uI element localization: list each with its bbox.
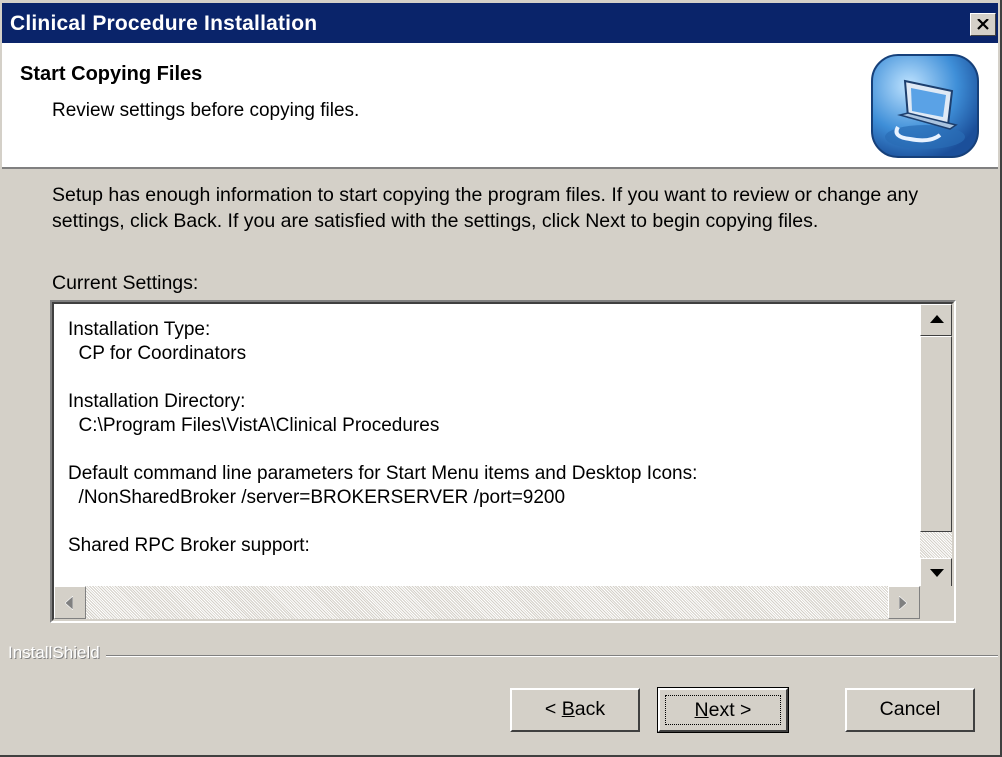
settings-line: Default command line parameters for Star… (68, 463, 698, 484)
wizard-header: Start Copying Files Review settings befo… (2, 43, 998, 169)
installshield-label: InstallShield (8, 643, 106, 663)
arrow-down-icon (930, 569, 944, 577)
settings-text[interactable]: Installation Type: CP for Coordinators I… (68, 318, 912, 588)
horizontal-scrollbar[interactable] (54, 586, 920, 619)
scroll-up-button[interactable] (920, 304, 952, 336)
title-bar[interactable]: Clinical Procedure Installation (2, 3, 998, 43)
page-title: Start Copying Files (20, 63, 203, 85)
back-button[interactable]: < Back (510, 688, 640, 732)
cancel-button[interactable]: Cancel (845, 688, 975, 732)
arrow-up-icon (930, 315, 944, 323)
focus-rectangle: Next > (665, 695, 781, 725)
scroll-right-button[interactable] (888, 586, 920, 619)
next-mnemonic: N (694, 699, 709, 721)
settings-line: Installation Type: (68, 319, 211, 340)
scrollbar-corner (920, 586, 952, 619)
settings-line: Installation Directory: (68, 391, 246, 412)
back-mnemonic: B (561, 698, 575, 720)
next-button[interactable]: Next > (657, 687, 789, 733)
footer-divider (8, 655, 998, 657)
close-button[interactable] (970, 13, 996, 36)
vertical-scrollbar[interactable] (920, 304, 952, 590)
arrow-right-icon (899, 596, 907, 610)
close-icon (977, 19, 989, 30)
computer-setup-icon (871, 54, 979, 158)
window-title: Clinical Procedure Installation (10, 12, 318, 35)
next-rest: ext > (708, 699, 752, 721)
current-settings-label: Current Settings: (52, 272, 199, 294)
scroll-left-button[interactable] (54, 586, 86, 619)
installer-dialog: Clinical Procedure Installation Start Co… (0, 0, 1002, 757)
settings-line (68, 438, 912, 462)
back-rest: ack (574, 698, 606, 720)
page-subtitle: Review settings before copying files. (52, 100, 360, 121)
settings-line: /NonSharedBroker /server=BROKERSERVER /p… (68, 487, 566, 508)
settings-line: C:\Program Files\VistA\Clinical Procedur… (68, 415, 440, 436)
settings-line: CP for Coordinators (68, 343, 247, 364)
current-settings-box[interactable]: Installation Type: CP for Coordinators I… (50, 300, 956, 623)
back-prefix: < (544, 698, 562, 720)
settings-line (68, 366, 912, 390)
arrow-left-icon (65, 596, 73, 610)
settings-line (68, 510, 912, 534)
instructions-text: Setup has enough information to start co… (52, 184, 919, 232)
scroll-thumb[interactable] (920, 336, 952, 532)
settings-line: Shared RPC Broker support: (68, 535, 310, 556)
